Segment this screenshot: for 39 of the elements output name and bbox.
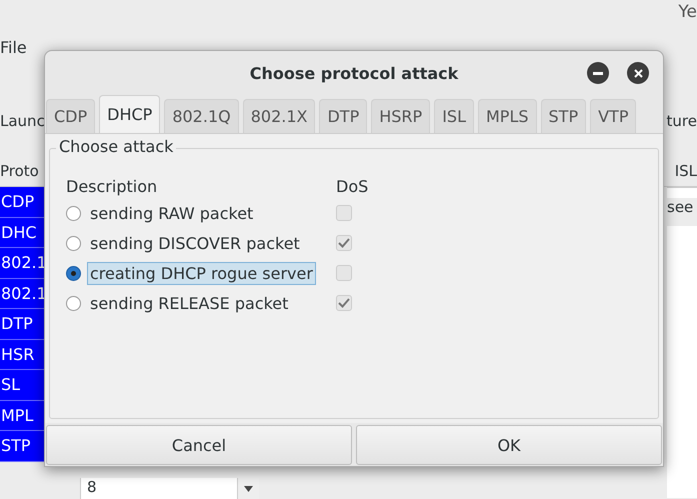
radio-button[interactable] xyxy=(66,296,81,310)
tab[interactable]: CDP xyxy=(46,99,96,133)
value-text: 8 xyxy=(86,478,97,498)
dialog-button[interactable]: Cancel xyxy=(46,425,352,465)
option-label: creating DHCP rogue server xyxy=(87,262,316,284)
radio-button[interactable] xyxy=(66,266,81,280)
toolbar-label: ture xyxy=(666,112,697,130)
minimize-button[interactable] xyxy=(587,62,609,84)
toolbar-label: Launc xyxy=(0,112,45,130)
tab[interactable]: VTP xyxy=(590,99,636,133)
window-title: Choose protocol attack xyxy=(250,64,458,82)
tab[interactable]: 802.1Q xyxy=(164,99,239,133)
option-label: sending RAW packet xyxy=(89,202,254,224)
tab[interactable]: HSRP xyxy=(371,99,430,133)
checkbox[interactable] xyxy=(336,295,352,311)
tab[interactable]: ISL xyxy=(434,99,474,133)
minus-icon xyxy=(593,72,603,74)
tab[interactable]: STP xyxy=(540,99,586,133)
menu-item[interactable]: File xyxy=(0,38,27,68)
option-label: sending DISCOVER packet xyxy=(89,232,301,254)
tab[interactable]: MPLS xyxy=(478,99,537,133)
option-label: sending RELEASE packet xyxy=(89,292,290,314)
tab[interactable]: DTP xyxy=(319,99,368,133)
radio-button[interactable] xyxy=(66,206,81,220)
close-button[interactable] xyxy=(627,62,649,84)
checkbox[interactable] xyxy=(336,235,352,251)
dialog-button[interactable]: OK xyxy=(356,425,662,465)
column-header: Proto xyxy=(0,162,39,180)
checkbox[interactable] xyxy=(336,265,352,281)
tab[interactable]: DHCP xyxy=(99,95,160,133)
column-header: ISL xyxy=(674,162,697,180)
top-text: Ye xyxy=(678,2,697,24)
dropdown-arrow-icon[interactable] xyxy=(244,486,253,492)
tab[interactable]: 802.1X xyxy=(242,99,316,133)
table-cell: see xyxy=(667,198,697,226)
checkbox[interactable] xyxy=(336,205,352,221)
radio-button[interactable] xyxy=(66,236,81,250)
close-icon xyxy=(634,68,642,78)
column-header: DoS xyxy=(336,177,366,196)
